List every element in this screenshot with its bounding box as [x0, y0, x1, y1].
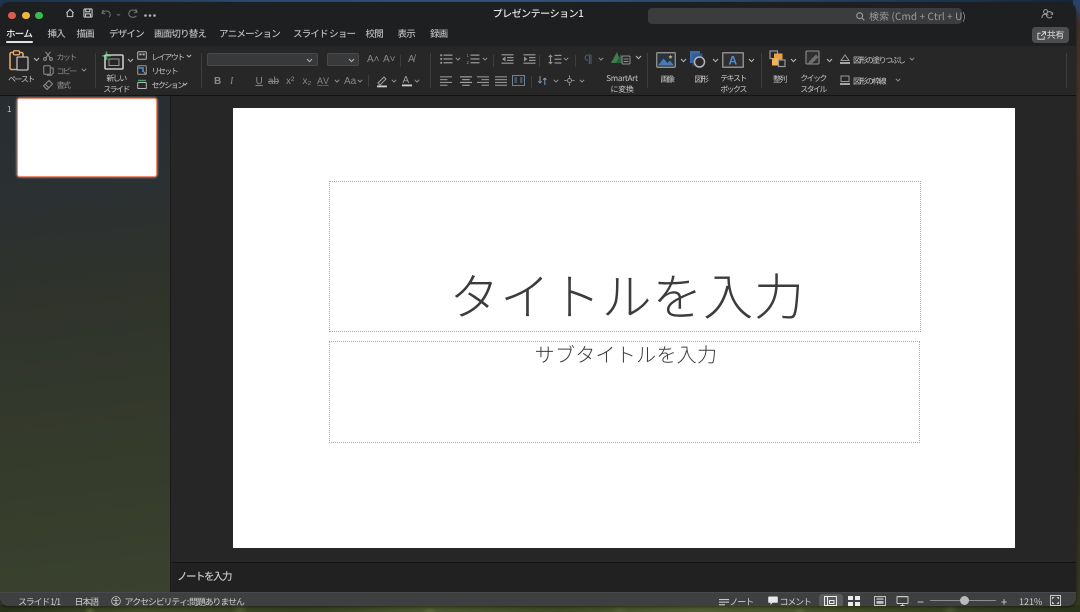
svg-text:1: 1	[467, 53, 470, 58]
svg-text:A: A	[729, 54, 738, 68]
svg-text:2: 2	[467, 60, 470, 65]
svg-text:A: A	[403, 75, 410, 86]
